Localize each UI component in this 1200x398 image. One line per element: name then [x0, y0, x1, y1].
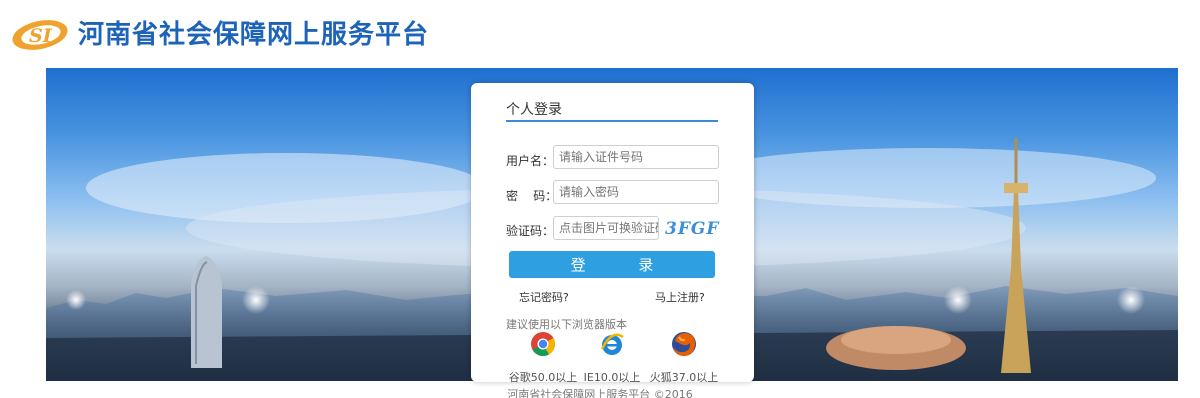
tab-personal-login[interactable]: 个人登录 [506, 99, 562, 119]
captcha-image[interactable]: 3FGF [665, 219, 721, 239]
browser-item-firefox[interactable]: 火狐37.0以上 [649, 331, 719, 385]
password-input[interactable] [553, 180, 719, 204]
username-input[interactable] [553, 145, 719, 169]
password-label: 密 码： [506, 189, 558, 203]
footer-copyright: 河南省社会保障网上服务平台 ©2016 [507, 388, 693, 398]
register-link[interactable]: 马上注册? [655, 289, 705, 305]
captcha-text: 3FGF [665, 219, 720, 239]
forgot-password-link[interactable]: 忘记密码? [519, 289, 569, 305]
browser-item-chrome[interactable]: 谷歌50.0以上 [508, 331, 578, 385]
browser-label: IE10.0以上 [583, 371, 641, 384]
svg-text:SI: SI [29, 25, 53, 47]
browser-label: 火狐37.0以上 [649, 371, 719, 384]
browser-label: 谷歌50.0以上 [508, 371, 578, 384]
login-panel: 个人登录 用户名： 密 码： 验证码： 3FGF 登 录 忘记密码? 马上注册?… [471, 83, 754, 385]
site-header: SI 河南省社会保障网上服务平台 [0, 0, 1200, 68]
captcha-input[interactable] [553, 216, 659, 240]
ie-icon [600, 333, 624, 355]
site-title: 河南省社会保障网上服务平台 [78, 20, 430, 50]
firefox-icon [672, 332, 696, 356]
captcha-label: 验证码： [506, 224, 555, 238]
browser-hint: 建议使用以下浏览器版本 [506, 318, 627, 331]
username-label: 用户名： [506, 154, 555, 168]
tab-underline [506, 120, 718, 122]
browser-item-ie[interactable]: IE10.0以上 [577, 331, 647, 385]
login-button[interactable]: 登 录 [509, 251, 715, 278]
chrome-icon [531, 332, 556, 357]
si-logo-icon[interactable]: SI [10, 15, 70, 55]
